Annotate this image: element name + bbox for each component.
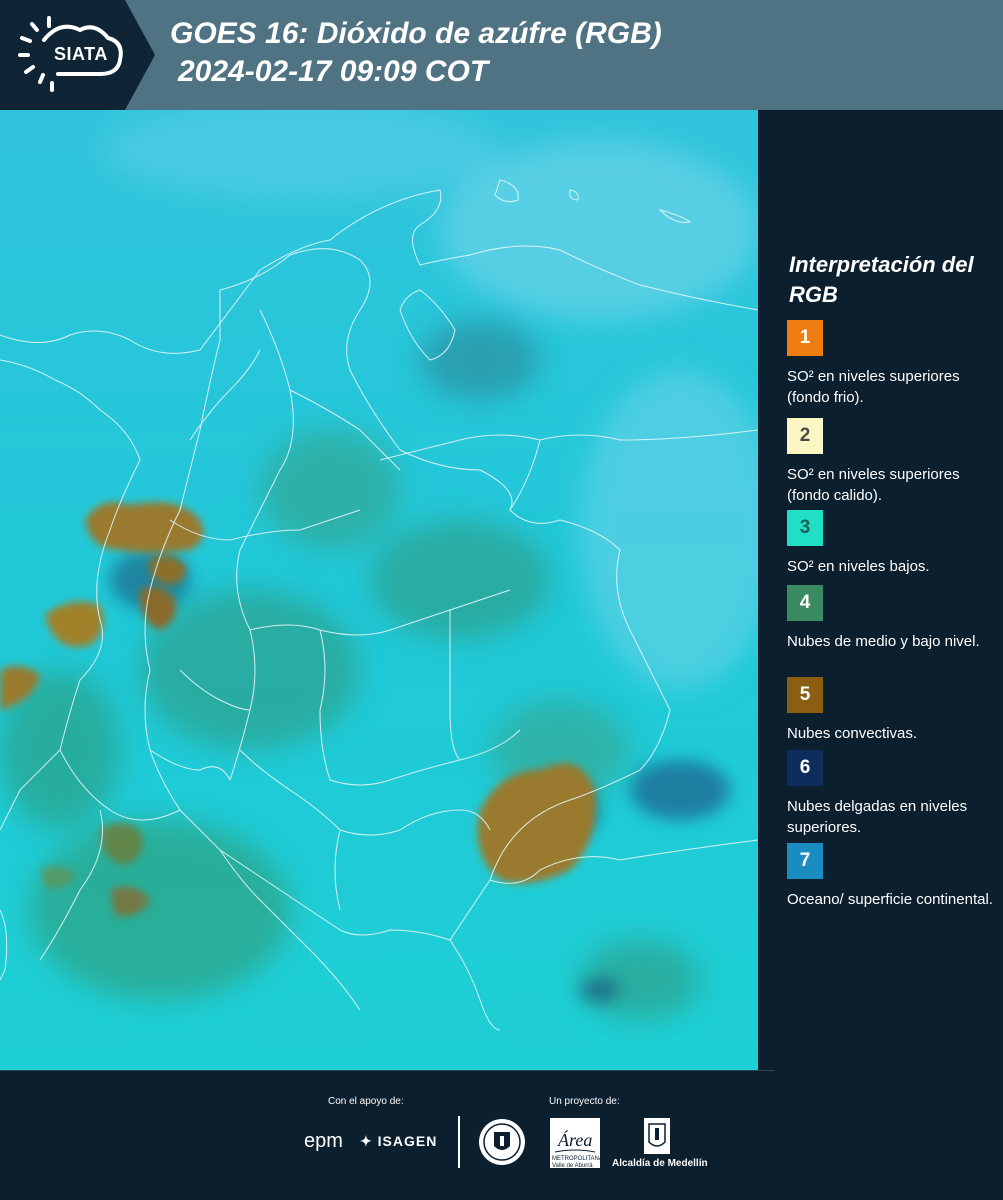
legend-swatch-7: 7 bbox=[787, 843, 823, 879]
legend-label-6: Nubes delgadas en niveles superiores. bbox=[787, 798, 968, 836]
legend-swatch-2: 2 bbox=[787, 418, 823, 454]
alcaldia-shield-icon bbox=[644, 1118, 670, 1154]
area-subtitle: METROPOLITANA Valle de Aburrá bbox=[552, 1156, 603, 1169]
alcaldia-label: Alcaldía de Medellín bbox=[612, 1158, 708, 1169]
isagen-text: ISAGEN bbox=[377, 1133, 438, 1149]
legend-swatch-1: 1 bbox=[787, 320, 823, 356]
legend-panel: Interpretación del RGB 1 SO² en niveles … bbox=[758, 110, 1003, 1070]
legend-swatch-4: 4 bbox=[787, 585, 823, 621]
legend-item-2: 2 SO² en niveles superiores (fondo calid… bbox=[787, 418, 997, 506]
area-logo-text: Área bbox=[557, 1129, 592, 1150]
footer-divider-line bbox=[0, 1070, 775, 1071]
medellin-seal-icon bbox=[479, 1119, 525, 1165]
support-label: Con el apoyo de: bbox=[328, 1096, 404, 1107]
logo-label: SIATA bbox=[54, 44, 108, 64]
isagen-mark-icon: ✦ bbox=[360, 1133, 373, 1149]
legend-item-1: 1 SO² en niveles superiores (fondo frio)… bbox=[787, 320, 997, 408]
legend-item-4: 4 Nubes de medio y bajo nivel. bbox=[787, 585, 997, 652]
footer: Con el apoyo de: Un proyecto de: epm ✦ I… bbox=[0, 1070, 1003, 1200]
logo-divider bbox=[458, 1116, 460, 1168]
legend-item-7: 7 Oceano/ superficie continental. bbox=[787, 843, 997, 910]
legend-label-3: SO² en niveles bajos. bbox=[787, 558, 930, 575]
legend-label-1: SO² en niveles superiores (fondo frio). bbox=[787, 368, 960, 406]
epm-logo: epm bbox=[304, 1130, 343, 1152]
satellite-map bbox=[0, 110, 758, 1070]
legend-swatch-3: 3 bbox=[787, 510, 823, 546]
page-timestamp: 2024-02-17 09:09 COT bbox=[178, 55, 489, 88]
legend-item-3: 3 SO² en niveles bajos. bbox=[787, 510, 997, 577]
page-title: GOES 16: Dióxido de azúfre (RGB) bbox=[170, 17, 662, 50]
siata-logo: SIATA bbox=[0, 0, 160, 110]
header-bar: SIATA GOES 16: Dióxido de azúfre (RGB) 2… bbox=[0, 0, 1003, 110]
legend-label-2: SO² en niveles superiores (fondo calido)… bbox=[787, 466, 960, 504]
legend-item-6: 6 Nubes delgadas en niveles superiores. bbox=[787, 750, 997, 838]
project-label: Un proyecto de: bbox=[549, 1096, 620, 1107]
legend-swatch-5: 5 bbox=[787, 677, 823, 713]
legend-label-5: Nubes convectivas. bbox=[787, 725, 918, 742]
legend-label-4: Nubes de medio y bajo nivel. bbox=[787, 633, 980, 650]
legend-swatch-6: 6 bbox=[787, 750, 823, 786]
legend-item-5: 5 Nubes convectivas. bbox=[787, 677, 997, 744]
isagen-logo: ✦ ISAGEN bbox=[360, 1133, 437, 1150]
legend-title: Interpretación del RGB bbox=[789, 252, 974, 307]
legend-label-7: Oceano/ superficie continental. bbox=[787, 891, 993, 908]
satellite-image bbox=[0, 110, 758, 1070]
